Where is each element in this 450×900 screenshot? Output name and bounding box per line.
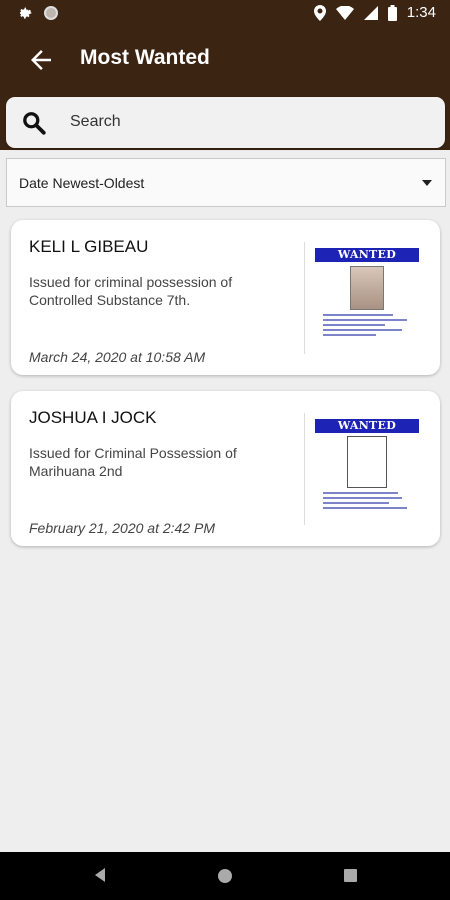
wanted-card[interactable]: KELI L GIBEAU Issued for criminal posses… <box>11 220 440 375</box>
back-arrow-icon[interactable] <box>26 45 56 75</box>
wanted-name: KELI L GIBEAU <box>29 237 149 256</box>
poster-banner: WANTED <box>315 248 419 262</box>
nav-back-icon[interactable] <box>95 868 105 882</box>
nav-home-icon[interactable] <box>218 869 232 883</box>
search-input[interactable]: Search <box>6 97 445 148</box>
search-icon <box>23 112 46 135</box>
suspect-photo <box>350 266 384 310</box>
notification-dot-icon <box>44 6 58 20</box>
wanted-date: February 21, 2020 at 2:42 PM <box>29 520 215 536</box>
wanted-date: March 24, 2020 at 10:58 AM <box>29 349 206 365</box>
wanted-poster: WANTED <box>315 248 419 352</box>
sort-selected-value: Date Newest-Oldest <box>19 175 145 191</box>
app-bar: Most Wanted <box>0 28 450 90</box>
search-area: Search <box>0 90 450 150</box>
wanted-poster-thumbnail[interactable]: WANTED <box>304 413 420 525</box>
suspect-photo-placeholder <box>347 436 387 488</box>
wanted-card[interactable]: JOSHUA I JOCK Issued for Criminal Posses… <box>11 391 440 546</box>
wanted-description: Issued for criminal possession of Contro… <box>29 274 233 308</box>
poster-details <box>323 492 411 509</box>
wanted-poster: WANTED <box>315 419 419 523</box>
battery-icon <box>387 4 397 21</box>
location-icon <box>313 4 326 21</box>
wanted-poster-thumbnail[interactable]: WANTED <box>304 242 420 354</box>
system-nav-bar <box>0 852 450 900</box>
wifi-icon <box>335 5 354 20</box>
wanted-description: Issued for Criminal Possession of Marihu… <box>29 445 237 479</box>
status-bar: 1:34 <box>0 0 450 28</box>
page-title: Most Wanted <box>80 46 210 69</box>
sort-dropdown[interactable]: Date Newest-Oldest <box>6 158 446 207</box>
poster-banner: WANTED <box>315 419 419 433</box>
poster-details <box>323 314 411 336</box>
gear-icon <box>20 7 32 19</box>
nav-recents-icon[interactable] <box>344 869 357 882</box>
signal-icon <box>363 5 378 20</box>
search-placeholder: Search <box>70 113 121 130</box>
chevron-down-icon <box>422 180 432 186</box>
status-time: 1:34 <box>406 4 436 21</box>
wanted-name: JOSHUA I JOCK <box>29 408 157 427</box>
